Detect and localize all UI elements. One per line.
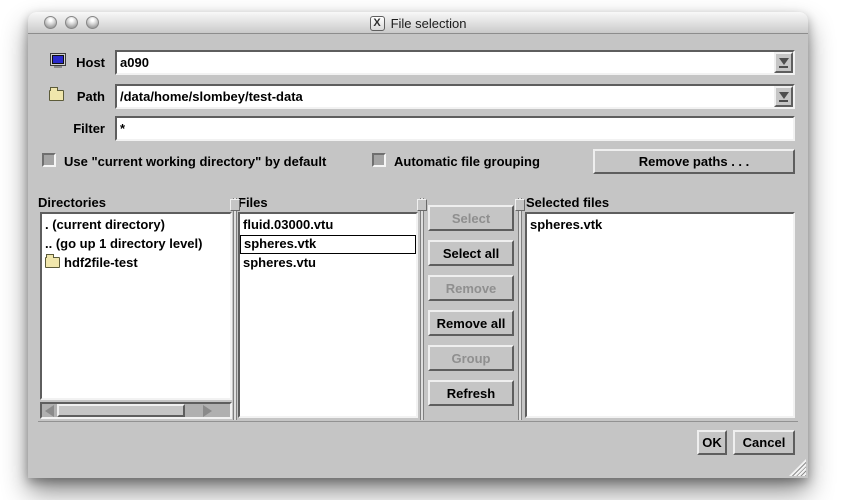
selected-files-pane-label: Selected files <box>526 195 609 210</box>
host-label: Host <box>48 55 105 70</box>
arrow-left-icon <box>45 405 54 417</box>
panes-bottom-edge <box>38 421 798 422</box>
use-cwd-checkbox[interactable] <box>42 153 56 167</box>
dropdown-bar-icon <box>779 100 788 102</box>
list-item-selected[interactable]: spheres.vtk <box>240 235 416 254</box>
select-all-button[interactable]: Select all <box>428 240 514 266</box>
files-pane-label: Files <box>238 195 268 210</box>
pane-sash-handle[interactable] <box>515 199 525 211</box>
remove-all-button[interactable]: Remove all <box>428 310 514 336</box>
list-item[interactable]: spheres.vtk <box>527 216 793 235</box>
remove-paths-button[interactable]: Remove paths . . . <box>593 149 795 174</box>
scroll-left-button[interactable] <box>42 404 57 417</box>
list-item-label: hdf2file-test <box>64 255 138 270</box>
host-input[interactable] <box>117 52 774 73</box>
folder-icon <box>45 257 60 268</box>
path-label: Path <box>48 89 105 104</box>
list-item[interactable]: fluid.03000.vtu <box>240 216 416 235</box>
use-cwd-label[interactable]: Use "current working directory" by defau… <box>64 154 326 169</box>
pane-divider <box>420 198 424 420</box>
pane-sash-handle[interactable] <box>417 199 427 211</box>
scrollbar-thumb[interactable] <box>57 404 185 417</box>
dropdown-bar-icon <box>779 66 788 68</box>
cancel-button[interactable]: Cancel <box>733 430 795 455</box>
auto-grouping-checkbox[interactable] <box>372 153 386 167</box>
directories-list: . (current directory) .. (go up 1 direct… <box>40 212 232 400</box>
selected-files-list: spheres.vtk <box>525 212 795 418</box>
ok-button[interactable]: OK <box>697 430 727 455</box>
path-field <box>115 84 795 109</box>
window-title: File selection <box>391 16 467 31</box>
title-bar[interactable]: X File selection <box>28 12 808 34</box>
host-history-dropdown-button[interactable] <box>774 52 793 73</box>
chevron-down-icon <box>779 58 789 65</box>
file-selection-window: X File selection Host Path Filter <box>28 12 808 478</box>
pane-divider <box>233 198 237 420</box>
list-item[interactable]: hdf2file-test <box>42 254 230 273</box>
files-list: fluid.03000.vtu spheres.vtk spheres.vtu <box>238 212 418 418</box>
title-group: X File selection <box>28 12 808 34</box>
path-input[interactable] <box>117 86 774 107</box>
refresh-button[interactable]: Refresh <box>428 380 514 406</box>
host-field <box>115 50 795 75</box>
directories-horizontal-scrollbar[interactable] <box>40 402 232 419</box>
remove-button[interactable]: Remove <box>428 275 514 301</box>
chevron-down-icon <box>779 92 789 99</box>
filter-input[interactable] <box>117 118 793 139</box>
group-button[interactable]: Group <box>428 345 514 371</box>
directories-pane-label: Directories <box>38 195 106 210</box>
list-item[interactable]: .. (go up 1 directory level) <box>42 235 230 254</box>
x11-app-icon: X <box>370 16 385 31</box>
filter-label: Filter <box>48 121 105 136</box>
path-history-dropdown-button[interactable] <box>774 86 793 107</box>
pane-sash-handle[interactable] <box>230 199 240 211</box>
arrow-right-icon <box>203 405 212 417</box>
filter-field <box>115 116 795 141</box>
select-button[interactable]: Select <box>428 205 514 231</box>
list-item[interactable]: . (current directory) <box>42 216 230 235</box>
scrollbar-track[interactable] <box>185 404 200 417</box>
resize-grip[interactable] <box>789 459 806 476</box>
scroll-right-button[interactable] <box>200 404 215 417</box>
pane-divider <box>518 198 522 420</box>
auto-grouping-label[interactable]: Automatic file grouping <box>394 154 540 169</box>
list-item[interactable]: spheres.vtu <box>240 254 416 273</box>
